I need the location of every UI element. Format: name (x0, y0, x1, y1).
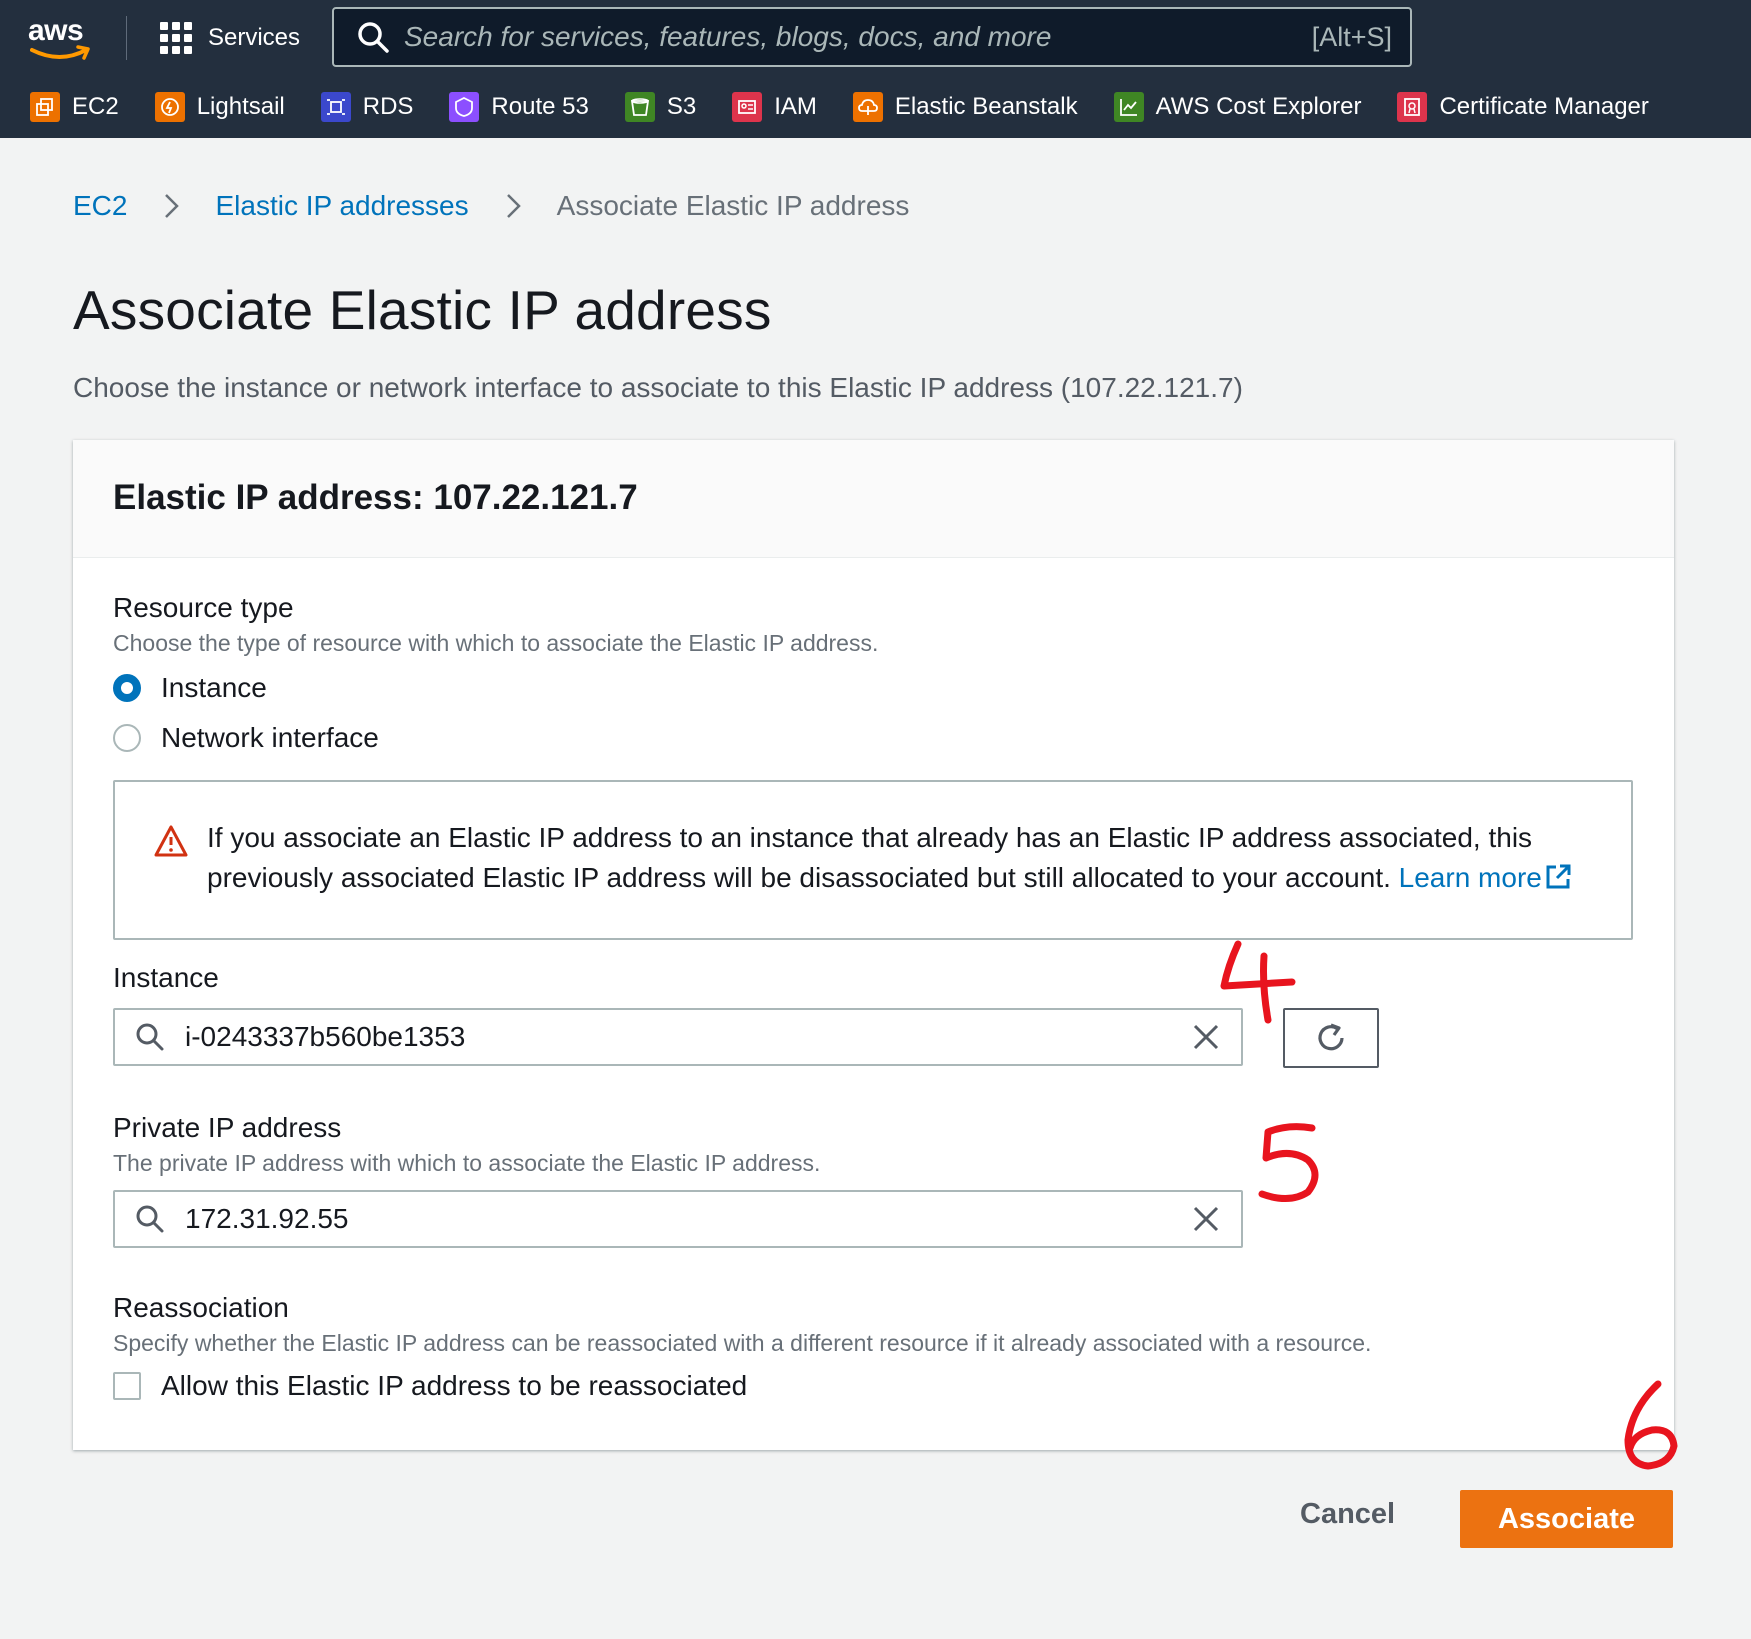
private-ip-description: The private IP address with which to ass… (113, 1150, 821, 1176)
page-title: Associate Elastic IP address (73, 279, 772, 341)
iam-icon (732, 92, 763, 122)
search-shortcut-hint: [Alt+S] (1311, 21, 1392, 52)
favorite-elastic-beanstalk[interactable]: Elastic Beanstalk (852, 92, 1078, 122)
ec2-icon (30, 92, 60, 122)
instance-select[interactable] (113, 1008, 1243, 1066)
favorite-label: Route 53 (491, 93, 589, 120)
certificate-manager-icon (1397, 92, 1428, 122)
favorite-label: IAM (774, 93, 817, 120)
allow-reassociation-checkbox[interactable]: Allow this Elastic IP address to be reas… (113, 1370, 747, 1402)
favorite-certificate-manager[interactable]: Certificate Manager (1397, 92, 1649, 122)
alert-message: If you associate an Elastic IP address t… (207, 818, 1607, 898)
checkbox-box[interactable] (113, 1372, 141, 1400)
private-ip-input[interactable] (185, 1203, 1191, 1235)
annotation-step-6 (1624, 1380, 1678, 1470)
resource-type-description: Choose the type of resource with which t… (113, 630, 879, 656)
global-search-box[interactable]: [Alt+S] (332, 7, 1412, 67)
instance-input[interactable] (185, 1021, 1191, 1053)
reassociation-label: Reassociation (113, 1292, 289, 1323)
radio-network-interface[interactable]: Network interface (113, 722, 379, 754)
favorite-label: AWS Cost Explorer (1155, 93, 1362, 120)
reassociation-description: Specify whether the Elastic IP address c… (113, 1330, 1372, 1356)
services-grid-icon (160, 22, 192, 54)
search-icon (136, 1205, 164, 1233)
annotation-step-5 (1258, 1123, 1319, 1202)
panel-header: Elastic IP address: 107.22.121.7 (73, 440, 1674, 558)
radio-instance[interactable]: Instance (113, 672, 267, 704)
breadcrumb-ec2[interactable]: EC2 (73, 190, 127, 222)
services-label: Services (208, 24, 301, 51)
warning-icon (154, 825, 188, 857)
radio-network-interface-label: Network interface (161, 722, 379, 753)
favorite-label: EC2 (72, 93, 119, 120)
favorite-route53[interactable]: Route 53 (449, 92, 589, 122)
breadcrumb-current: Associate Elastic IP address (556, 190, 910, 221)
global-search-input[interactable] (404, 21, 1312, 53)
rds-icon (320, 92, 351, 122)
favorite-lightsail[interactable]: Lightsail (154, 92, 285, 122)
favorites-bar: EC2 Lightsail RDS Route 53 S3 IAM Elasti… (30, 86, 1685, 128)
favorite-iam[interactable]: IAM (732, 92, 817, 122)
elastic-beanstalk-icon (852, 92, 883, 122)
favorite-cost-explorer[interactable]: AWS Cost Explorer (1113, 92, 1362, 122)
s3-icon (624, 92, 655, 122)
radio-checked-indicator (113, 674, 141, 702)
radio-instance-label: Instance (161, 672, 267, 703)
learn-more-label: Learn more (1398, 862, 1542, 893)
associate-button[interactable]: Associate (1460, 1490, 1673, 1548)
radio-unchecked-indicator (113, 724, 141, 752)
favorite-label: Lightsail (196, 93, 285, 120)
nav-divider (126, 16, 127, 60)
route53-icon (449, 92, 480, 122)
warning-alert: If you associate an Elastic IP address t… (113, 780, 1633, 940)
instance-label: Instance (113, 962, 219, 993)
top-navigation-bar: aws Services [Alt+S] EC2 Li (0, 0, 1751, 138)
breadcrumb: EC2 Elastic IP addresses Associate Elast… (73, 190, 909, 222)
learn-more-link[interactable]: Learn more (1399, 862, 1572, 893)
annotation-step-4 (1220, 940, 1296, 1024)
refresh-icon (1318, 1023, 1344, 1051)
page-description: Choose the instance or network interface… (73, 372, 1243, 403)
favorite-ec2[interactable]: EC2 (30, 92, 119, 122)
aws-logo[interactable]: aws (28, 14, 98, 60)
favorite-label: Certificate Manager (1439, 93, 1649, 120)
chevron-right-icon (506, 194, 521, 218)
breadcrumb-elastic-ip-addresses[interactable]: Elastic IP addresses (215, 190, 468, 222)
favorite-label: S3 (666, 93, 697, 120)
favorite-rds[interactable]: RDS (320, 92, 414, 122)
clear-icon[interactable] (1191, 1022, 1221, 1052)
panel-title: Elastic IP address: 107.22.121.7 (113, 478, 638, 517)
services-menu-button[interactable]: Services (160, 18, 300, 58)
favorite-label: Elastic Beanstalk (894, 93, 1078, 120)
alert-text: If you associate an Elastic IP address t… (207, 822, 1533, 893)
external-link-icon (1546, 864, 1571, 889)
resource-type-label: Resource type (113, 592, 294, 623)
associate-form-panel: Elastic IP address: 107.22.121.7 Resourc… (73, 440, 1674, 1450)
favorite-label: RDS (362, 93, 414, 120)
search-icon (136, 1023, 164, 1051)
cost-explorer-icon (1113, 92, 1144, 122)
favorite-s3[interactable]: S3 (624, 92, 697, 122)
clear-icon[interactable] (1191, 1204, 1221, 1234)
aws-smile-icon (30, 45, 90, 60)
allow-reassociation-label: Allow this Elastic IP address to be reas… (161, 1370, 748, 1401)
aws-logo-text: aws (28, 14, 84, 47)
search-icon (358, 22, 389, 53)
cancel-button[interactable]: Cancel (1300, 1498, 1395, 1531)
private-ip-select[interactable] (113, 1190, 1243, 1248)
chevron-right-icon (165, 194, 180, 218)
private-ip-label: Private IP address (113, 1112, 342, 1143)
lightsail-icon (154, 92, 185, 122)
